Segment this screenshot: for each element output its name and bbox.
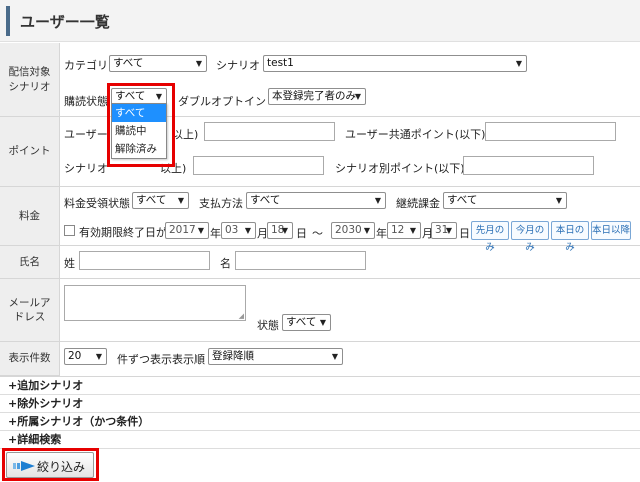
chevron-down-icon: ▼ [374, 196, 381, 205]
title-accent-bar [6, 6, 10, 36]
chevron-down-icon: ▼ [197, 226, 204, 235]
chevron-down-icon: ▼ [409, 226, 416, 235]
category-select[interactable]: すべて ▼ [109, 55, 207, 72]
page-header: ユーザー一覧 [0, 0, 640, 42]
chevron-down-icon: ▼ [195, 59, 202, 68]
payment-method-label: 支払方法 [199, 197, 243, 210]
payment-method-select[interactable]: すべて ▼ [246, 192, 386, 209]
email-textarea[interactable]: ◢ [64, 285, 246, 321]
chevron-down-icon: ▼ [331, 352, 338, 361]
scenario-max-label: シナリオ別ポイント(以下) [335, 162, 465, 175]
scenario-label: シナリオ [216, 59, 260, 72]
to-day-select[interactable]: 31 ▼ [431, 222, 457, 239]
user-common-max-input[interactable] [485, 122, 616, 141]
label-points: ポイント [0, 117, 60, 187]
label-display: 表示件数 [0, 342, 60, 376]
order-label: 表示順 [172, 353, 205, 366]
row-divider [60, 341, 640, 342]
chevron-down-icon: ▼ [281, 226, 288, 235]
label-name: 氏名 [0, 246, 60, 279]
unit-year: 年 [210, 227, 221, 240]
row-divider [60, 278, 640, 279]
last-name-input[interactable] [79, 251, 210, 270]
scenario-min-input[interactable] [193, 156, 324, 175]
expiry-label: 有効期限終了日が [79, 226, 167, 239]
row-divider [60, 245, 640, 246]
receive-status-label: 料金受領状態 [64, 197, 130, 210]
user-common-max-label: ユーザー共通ポイント(以下) [345, 128, 486, 141]
unit-day: 日 [459, 227, 470, 240]
category-label: カテゴリ [64, 59, 108, 72]
user-common-min-suffix: 以上) [172, 128, 199, 141]
chevron-down-icon: ▼ [555, 196, 562, 205]
page-title: ユーザー一覧 [20, 13, 110, 31]
label-fee: 料金 [0, 187, 60, 246]
scenario-select[interactable]: test1 ▼ [263, 55, 527, 72]
chevron-down-icon: ▼ [244, 226, 251, 235]
from-day-select[interactable]: 18 ▼ [267, 222, 293, 239]
unit-year: 年 [376, 227, 387, 240]
chevron-down-icon: ▼ [363, 226, 370, 235]
row-divider [60, 186, 640, 187]
after-today-button[interactable]: 本日以降 [591, 221, 631, 240]
email-status-label: 状態 [257, 319, 279, 332]
receive-status-select[interactable]: すべて ▼ [132, 192, 189, 209]
chevron-down-icon: ▼ [319, 318, 326, 327]
email-status-select[interactable]: すべて ▼ [282, 314, 331, 331]
double-optin-label: ダブルオプトイン [178, 95, 266, 108]
highlight-box-subscription [107, 83, 175, 167]
today-button[interactable]: 本日のみ [551, 221, 589, 253]
subscription-label: 購読状態 [64, 95, 108, 108]
user-common-min-input[interactable] [204, 122, 335, 141]
order-select[interactable]: 登録降順 ▼ [208, 348, 343, 365]
expander-exclude-scenario[interactable]: +除外シナリオ [0, 395, 640, 413]
this-month-button[interactable]: 今月のみ [511, 221, 549, 253]
label-email: メールア ドレス [0, 279, 60, 342]
to-month-select[interactable]: 12 ▼ [387, 222, 421, 239]
from-month-select[interactable]: 03 ▼ [221, 222, 256, 239]
from-year-select[interactable]: 2017 ▼ [165, 222, 209, 239]
last-name-label: 姓 [64, 257, 75, 270]
chevron-down-icon: ▼ [445, 226, 452, 235]
user-common-min-label: ユーザー [64, 128, 108, 141]
label-scenario: 配信対象 シナリオ [0, 43, 60, 117]
first-name-input[interactable] [235, 251, 366, 270]
tilde: ～ [312, 227, 323, 240]
chevron-down-icon: ▼ [177, 196, 184, 205]
count-suffix: 件ずつ表示 [117, 353, 172, 366]
double-optin-select[interactable]: 本登録完了者のみ ▼ [268, 88, 366, 105]
scenario-max-input[interactable] [463, 156, 594, 175]
continuous-select[interactable]: すべて ▼ [443, 192, 567, 209]
first-name-label: 名 [220, 257, 231, 270]
expander-detail-search[interactable]: +詳細検索 [0, 431, 640, 449]
to-year-select[interactable]: 2030 ▼ [331, 222, 375, 239]
resize-handle-icon: ◢ [238, 312, 244, 320]
chevron-down-icon: ▼ [354, 92, 361, 101]
last-month-button[interactable]: 先月のみ [471, 221, 509, 253]
count-select[interactable]: 20 ▼ [64, 348, 107, 365]
unit-day: 日 [296, 227, 307, 240]
continuous-label: 継続課金 [396, 197, 440, 210]
expander-member-scenario[interactable]: +所属シナリオ（かつ条件） [0, 413, 640, 431]
scenario-min-label: シナリオ [64, 162, 108, 175]
expiry-checkbox[interactable] [64, 225, 75, 236]
expander-add-scenario[interactable]: +追加シナリオ [0, 377, 640, 395]
chevron-down-icon: ▼ [515, 59, 522, 68]
chevron-down-icon: ▼ [95, 352, 102, 361]
highlight-box-filter [2, 448, 99, 481]
